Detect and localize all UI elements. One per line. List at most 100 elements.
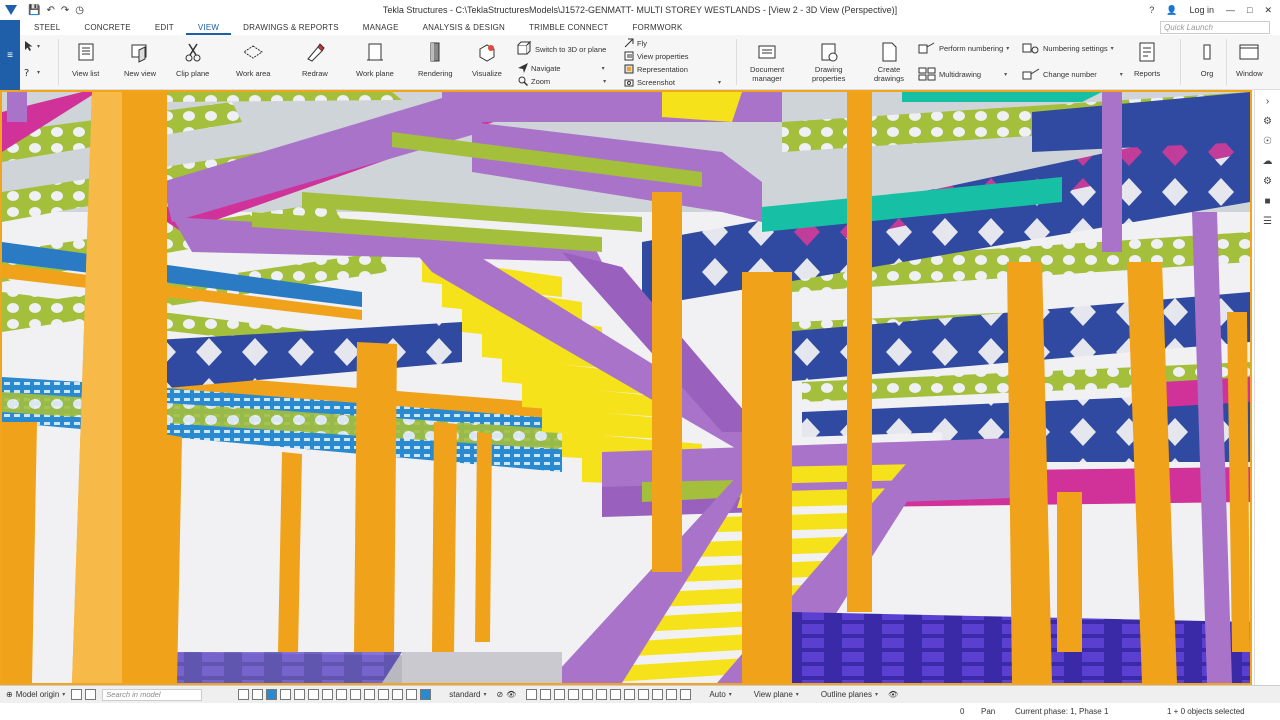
screenshot-button[interactable]: Screenshot ▾ xyxy=(624,77,721,87)
change-number-button[interactable]: Change number ▾ xyxy=(1022,67,1123,81)
select-points-switch[interactable] xyxy=(322,689,334,700)
snap-nearest[interactable] xyxy=(666,689,678,700)
document-manager-icon xyxy=(758,45,776,59)
navigate-button[interactable]: Navigate ▾ xyxy=(518,63,605,73)
tab-trimble-connect[interactable]: TRIMBLE CONNECT xyxy=(517,20,620,35)
visibility-icon[interactable]: 👁 xyxy=(888,690,898,699)
snap-intersections[interactable] xyxy=(610,689,622,700)
undo-icon[interactable]: ↶ xyxy=(46,5,54,16)
grid-toggle-button[interactable] xyxy=(71,689,83,700)
snap-perpendicular[interactable] xyxy=(624,689,636,700)
minimize-icon[interactable]: — xyxy=(1226,5,1235,15)
ribbon: ▾ ? ▾ View list New view Clip plane Work… xyxy=(20,35,1280,90)
snap-lines[interactable] xyxy=(540,689,552,700)
switch-3d-button[interactable]: Switch to 3D or plane xyxy=(516,41,606,57)
chevron-right-icon[interactable]: › xyxy=(1261,94,1275,108)
work-plane-icon xyxy=(366,43,383,61)
snap-any-position[interactable] xyxy=(652,689,664,700)
plane-toggle-button[interactable] xyxy=(85,689,97,700)
tab-edit[interactable]: EDIT xyxy=(143,20,186,35)
tab-analysis-design[interactable]: ANALYSIS & DESIGN xyxy=(411,20,517,35)
hidden-icon[interactable]: ⊘ xyxy=(496,690,503,699)
select-all-switch[interactable] xyxy=(238,689,250,700)
snap-points[interactable] xyxy=(554,689,566,700)
help-icon[interactable]: ? xyxy=(1149,5,1154,15)
snap-reference-lines[interactable] xyxy=(526,689,538,700)
close-icon[interactable]: ✕ xyxy=(1264,5,1272,16)
view-list-button[interactable]: View list xyxy=(72,41,99,78)
model-origin-dropdown[interactable]: ⊕ Model origin ▾ xyxy=(6,690,65,699)
select-views-switch[interactable] xyxy=(364,689,376,700)
tab-concrete[interactable]: CONCRETE xyxy=(72,20,143,35)
snap-end-points[interactable] xyxy=(568,689,580,700)
zoom-button[interactable]: Zoom ▾ xyxy=(518,76,606,86)
select-components-switch[interactable] xyxy=(350,689,362,700)
history-icon[interactable]: ◷ xyxy=(75,5,84,16)
tab-manage[interactable]: MANAGE xyxy=(351,20,411,35)
window-controls: ? 👤 Log in — □ ✕ xyxy=(1149,0,1272,20)
rendering-button[interactable]: Rendering xyxy=(418,41,453,78)
document-manager-button[interactable]: Document manager xyxy=(750,41,784,83)
select-surfaces-switch[interactable] xyxy=(266,689,278,700)
eye-icon[interactable]: 👁 xyxy=(506,690,516,699)
file-menu-button[interactable]: ≡ xyxy=(0,20,20,90)
select-grids-switch[interactable] xyxy=(308,689,320,700)
quick-launch-input[interactable]: Quick Launch xyxy=(1160,21,1270,34)
clip-plane-button[interactable]: Clip plane xyxy=(176,41,209,78)
create-drawings-button[interactable]: Create drawings xyxy=(874,41,904,83)
auto-dropdown[interactable]: Auto ▾ xyxy=(705,690,735,699)
tab-drawings-reports[interactable]: DRAWINGS & REPORTS xyxy=(231,20,351,35)
work-plane-button[interactable]: Work plane xyxy=(356,41,394,78)
drawing-properties-button[interactable]: Drawing properties xyxy=(812,41,845,83)
catalog-icon[interactable]: ■ xyxy=(1261,194,1275,208)
select-reference-switch[interactable] xyxy=(392,689,404,700)
select-welds-switch[interactable] xyxy=(280,689,292,700)
tekla-logo-icon[interactable] xyxy=(0,0,22,20)
search-in-model-input[interactable]: Search in model xyxy=(102,688,203,701)
snap-mid-points[interactable] xyxy=(596,689,608,700)
view-plane-dropdown[interactable]: View plane ▾ xyxy=(750,690,803,699)
question-pointer-icon: ? xyxy=(24,68,29,77)
perform-numbering-button[interactable]: Perform numbering ▾ xyxy=(918,41,1009,55)
model-3d-viewport[interactable] xyxy=(0,90,1252,685)
new-view-button[interactable]: New view xyxy=(124,41,156,78)
tab-steel[interactable]: STEEL xyxy=(22,20,72,35)
visualize-button[interactable]: Visualize xyxy=(472,41,502,78)
redraw-button[interactable]: Redraw xyxy=(302,41,328,78)
maximize-icon[interactable]: □ xyxy=(1247,5,1252,15)
reports-button[interactable]: Reports xyxy=(1134,41,1160,78)
standard-dropdown[interactable]: standard ▾ xyxy=(445,690,490,699)
login-link[interactable]: Log in xyxy=(1189,5,1214,15)
select-assemblies-switch[interactable] xyxy=(406,689,418,700)
select-cuts-switch[interactable] xyxy=(294,689,306,700)
select-planes-switch[interactable] xyxy=(378,689,390,700)
view-properties-button[interactable]: View properties xyxy=(624,51,689,61)
cloud-icon[interactable]: ☁ xyxy=(1261,154,1275,168)
snap-centers[interactable] xyxy=(582,689,594,700)
select-objects-switch[interactable] xyxy=(420,689,432,700)
save-icon[interactable]: 💾 xyxy=(28,5,40,16)
multidrawing-button[interactable]: Multidrawing ▾ xyxy=(918,67,1007,81)
redo-icon[interactable]: ↷ xyxy=(61,5,69,16)
select-tool-button[interactable]: ▾ xyxy=(24,41,40,51)
select-bolts-switch[interactable] xyxy=(336,689,348,700)
representation-button[interactable]: Representation xyxy=(624,64,688,74)
select-parts-switch[interactable] xyxy=(252,689,264,700)
tab-formwork[interactable]: FORMWORK xyxy=(620,20,694,35)
help-pointer-button[interactable]: ? ▾ xyxy=(24,67,40,77)
properties-pane-icon[interactable]: ⚙ xyxy=(1261,114,1275,128)
work-area-button[interactable]: Work area xyxy=(236,41,270,78)
globe-icon[interactable]: ☉ xyxy=(1261,134,1275,148)
organizer-button[interactable]: Org xyxy=(1196,41,1218,78)
snap-free[interactable] xyxy=(680,689,692,700)
window-button[interactable]: Window xyxy=(1236,41,1263,78)
outline-planes-dropdown[interactable]: Outline planes ▾ xyxy=(817,690,882,699)
tab-view[interactable]: VIEW xyxy=(185,20,232,35)
list-pane-icon[interactable]: ☰ xyxy=(1261,214,1275,228)
numbering-settings-button[interactable]: Numbering settings ▾ xyxy=(1022,41,1114,55)
zoom-icon xyxy=(518,76,528,86)
fly-button[interactable]: Fly xyxy=(624,38,647,48)
ribbon-tabs: STEEL CONCRETE EDIT VIEW DRAWINGS & REPO… xyxy=(22,20,695,35)
snap-line-extensions[interactable] xyxy=(638,689,650,700)
settings-icon[interactable]: ⚙ xyxy=(1261,174,1275,188)
